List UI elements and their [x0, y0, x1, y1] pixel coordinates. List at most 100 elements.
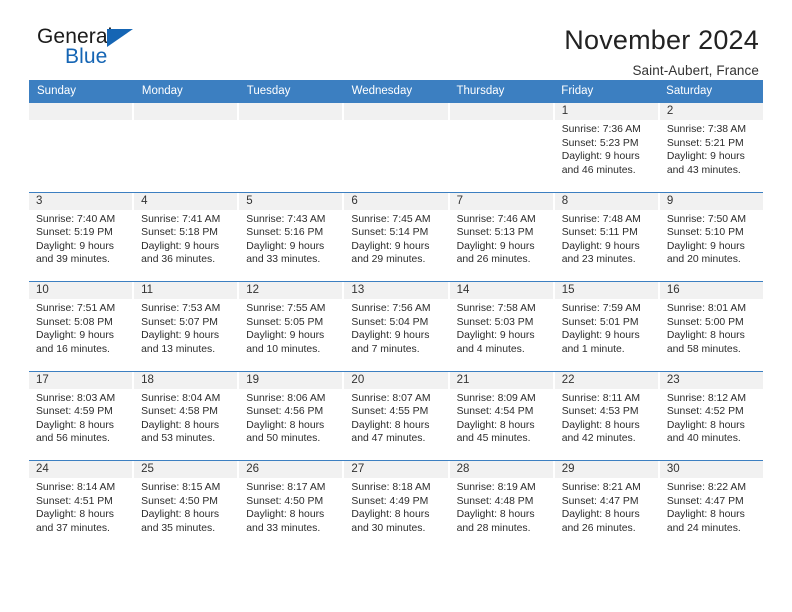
- sunset-text: Sunset: 5:10 PM: [666, 227, 744, 239]
- daylight-text-line2: and 45 minutes.: [456, 433, 531, 445]
- daylight-text-line2: and 40 minutes.: [666, 433, 741, 445]
- day-details: [134, 120, 237, 123]
- page-subtitle: Saint-Aubert, France: [632, 63, 759, 79]
- sunrise-text: Sunrise: 7:36 AM: [561, 124, 641, 135]
- daylight-text-line1: Daylight: 8 hours: [666, 330, 745, 342]
- sunset-text: Sunset: 5:01 PM: [561, 316, 639, 328]
- sunset-text: Sunset: 5:04 PM: [351, 316, 429, 328]
- day-cell[interactable]: 6 Sunrise: 7:45 AM Sunset: 5:14 PM Dayli…: [344, 192, 448, 281]
- daylight-text-line2: and 39 minutes.: [36, 254, 110, 266]
- sunrise-text: Sunrise: 7:46 AM: [456, 213, 536, 225]
- day-cell[interactable]: 21 Sunrise: 8:09 AM Sunset: 4:54 PM Dayl…: [449, 371, 553, 460]
- sunset-text: Sunset: 4:51 PM: [36, 495, 113, 507]
- day-cell[interactable]: 16 Sunrise: 8:01 AM Sunset: 5:00 PM Dayl…: [659, 282, 763, 371]
- day-number: 3: [29, 192, 133, 210]
- sunrise-text: Sunrise: 8:14 AM: [36, 482, 116, 493]
- day-number: 5: [239, 192, 343, 210]
- day-cell[interactable]: 11 Sunrise: 7:53 AM Sunset: 5:07 PM Dayl…: [134, 282, 238, 371]
- daylight-text-line2: and 43 minutes.: [666, 164, 741, 176]
- day-cell[interactable]: 27 Sunrise: 8:18 AM Sunset: 4:49 PM Dayl…: [344, 461, 448, 550]
- day-cell[interactable]: 8 Sunrise: 7:48 AM Sunset: 5:11 PM Dayli…: [554, 192, 658, 281]
- day-cell[interactable]: [344, 103, 448, 192]
- day-number: 4: [134, 192, 238, 210]
- day-cell[interactable]: 4 Sunrise: 7:41 AM Sunset: 5:18 PM Dayli…: [134, 192, 238, 281]
- day-number: 11: [134, 282, 238, 299]
- weekday-header-wednesday: Wednesday: [351, 85, 413, 97]
- sunset-text: Sunset: 5:21 PM: [666, 137, 744, 149]
- day-number: 29: [554, 461, 658, 478]
- day-cell[interactable]: 30 Sunrise: 8:22 AM Sunset: 4:47 PM Dayl…: [659, 461, 763, 550]
- day-cell[interactable]: [449, 103, 553, 192]
- day-cell[interactable]: 14 Sunrise: 7:58 AM Sunset: 5:03 PM Dayl…: [449, 282, 553, 371]
- day-cell[interactable]: 7 Sunrise: 7:46 AM Sunset: 5:13 PM Dayli…: [449, 192, 553, 281]
- day-cell[interactable]: 18 Sunrise: 8:04 AM Sunset: 4:58 PM Dayl…: [134, 371, 238, 460]
- general-blue-logo[interactable]: General Blue: [29, 26, 149, 72]
- day-details: Sunrise: 8:14 AM Sunset: 4:51 PM Dayligh…: [29, 478, 132, 535]
- day-cell[interactable]: 25 Sunrise: 8:15 AM Sunset: 4:50 PM Dayl…: [134, 461, 238, 550]
- day-number: 13: [344, 282, 448, 299]
- day-details: Sunrise: 7:43 AM Sunset: 5:16 PM Dayligh…: [239, 210, 342, 267]
- sunset-text: Sunset: 5:19 PM: [36, 227, 113, 239]
- daylight-text-line2: and 20 minutes.: [666, 254, 741, 266]
- daylight-text-line1: Daylight: 9 hours: [36, 330, 114, 342]
- day-number: [134, 103, 238, 120]
- day-cell[interactable]: 9 Sunrise: 7:50 AM Sunset: 5:10 PM Dayli…: [659, 192, 763, 281]
- week-row: 24 Sunrise: 8:14 AM Sunset: 4:51 PM Dayl…: [29, 460, 763, 550]
- sunset-text: Sunset: 4:47 PM: [561, 495, 639, 507]
- daylight-text-line2: and 26 minutes.: [561, 522, 636, 534]
- page-title: November 2024: [564, 25, 759, 55]
- day-cell[interactable]: 24 Sunrise: 8:14 AM Sunset: 4:51 PM Dayl…: [29, 461, 133, 550]
- daylight-text-line1: Daylight: 9 hours: [561, 240, 640, 252]
- sunset-text: Sunset: 4:54 PM: [456, 406, 534, 418]
- sunset-text: Sunset: 5:18 PM: [141, 227, 218, 239]
- daylight-text-line1: Daylight: 9 hours: [246, 330, 325, 342]
- daylight-text-line2: and 36 minutes.: [141, 254, 216, 266]
- daylight-text-line1: Daylight: 9 hours: [561, 151, 640, 163]
- sunrise-text: Sunrise: 7:51 AM: [36, 303, 116, 314]
- day-cell[interactable]: 15 Sunrise: 7:59 AM Sunset: 5:01 PM Dayl…: [554, 282, 658, 371]
- daylight-text-line1: Daylight: 9 hours: [351, 330, 430, 342]
- day-number: [29, 103, 133, 120]
- daylight-text-line2: and 53 minutes.: [141, 433, 216, 445]
- day-details: Sunrise: 8:19 AM Sunset: 4:48 PM Dayligh…: [450, 478, 553, 535]
- daylight-text-line1: Daylight: 9 hours: [141, 330, 220, 342]
- day-cell[interactable]: 17 Sunrise: 8:03 AM Sunset: 4:59 PM Dayl…: [29, 371, 133, 460]
- day-cell[interactable]: [134, 103, 238, 192]
- day-number: 28: [449, 461, 553, 478]
- sunrise-text: Sunrise: 8:17 AM: [246, 482, 326, 493]
- day-cell[interactable]: 12 Sunrise: 7:55 AM Sunset: 5:05 PM Dayl…: [239, 282, 343, 371]
- day-cell[interactable]: 28 Sunrise: 8:19 AM Sunset: 4:48 PM Dayl…: [449, 461, 553, 550]
- daylight-text-line2: and 16 minutes.: [36, 343, 110, 355]
- sunrise-text: Sunrise: 8:11 AM: [561, 392, 641, 404]
- day-cell[interactable]: 26 Sunrise: 8:17 AM Sunset: 4:50 PM Dayl…: [239, 461, 343, 550]
- day-cell[interactable]: 13 Sunrise: 7:56 AM Sunset: 5:04 PM Dayl…: [344, 282, 448, 371]
- day-cell[interactable]: 10 Sunrise: 7:51 AM Sunset: 5:08 PM Dayl…: [29, 282, 133, 371]
- day-details: [239, 120, 342, 123]
- day-cell[interactable]: 1 Sunrise: 7:36 AM Sunset: 5:23 PM Dayli…: [554, 103, 658, 192]
- sunrise-text: Sunrise: 7:43 AM: [246, 213, 326, 225]
- sunset-text: Sunset: 4:48 PM: [456, 495, 534, 507]
- daylight-text-line2: and 7 minutes.: [351, 343, 420, 355]
- day-number: 24: [29, 461, 133, 478]
- day-cell[interactable]: 19 Sunrise: 8:06 AM Sunset: 4:56 PM Dayl…: [239, 371, 343, 460]
- sunrise-text: Sunrise: 8:18 AM: [351, 482, 431, 493]
- sunrise-text: Sunrise: 8:09 AM: [456, 392, 536, 404]
- day-cell[interactable]: 5 Sunrise: 7:43 AM Sunset: 5:16 PM Dayli…: [239, 192, 343, 281]
- daylight-text-line2: and 30 minutes.: [351, 522, 426, 534]
- daylight-text-line2: and 58 minutes.: [666, 343, 741, 355]
- day-cell[interactable]: 2 Sunrise: 7:38 AM Sunset: 5:21 PM Dayli…: [659, 103, 763, 192]
- day-cell[interactable]: [239, 103, 343, 192]
- day-cell[interactable]: 22 Sunrise: 8:11 AM Sunset: 4:53 PM Dayl…: [554, 371, 658, 460]
- sunset-text: Sunset: 5:07 PM: [141, 316, 218, 328]
- week-row: 3 Sunrise: 7:40 AM Sunset: 5:19 PM Dayli…: [29, 191, 763, 281]
- day-cell[interactable]: 3 Sunrise: 7:40 AM Sunset: 5:19 PM Dayli…: [29, 192, 133, 281]
- day-cell[interactable]: 20 Sunrise: 8:07 AM Sunset: 4:55 PM Dayl…: [344, 371, 448, 460]
- day-cell[interactable]: 23 Sunrise: 8:12 AM Sunset: 4:52 PM Dayl…: [659, 371, 763, 460]
- sunrise-text: Sunrise: 8:22 AM: [666, 482, 746, 493]
- day-cell[interactable]: [29, 103, 133, 192]
- day-details: Sunrise: 8:18 AM Sunset: 4:49 PM Dayligh…: [344, 478, 447, 535]
- daylight-text-line1: Daylight: 8 hours: [561, 419, 640, 431]
- daylight-text-line1: Daylight: 8 hours: [351, 509, 430, 521]
- daylight-text-line2: and 23 minutes.: [561, 254, 636, 266]
- day-cell[interactable]: 29 Sunrise: 8:21 AM Sunset: 4:47 PM Dayl…: [554, 461, 658, 550]
